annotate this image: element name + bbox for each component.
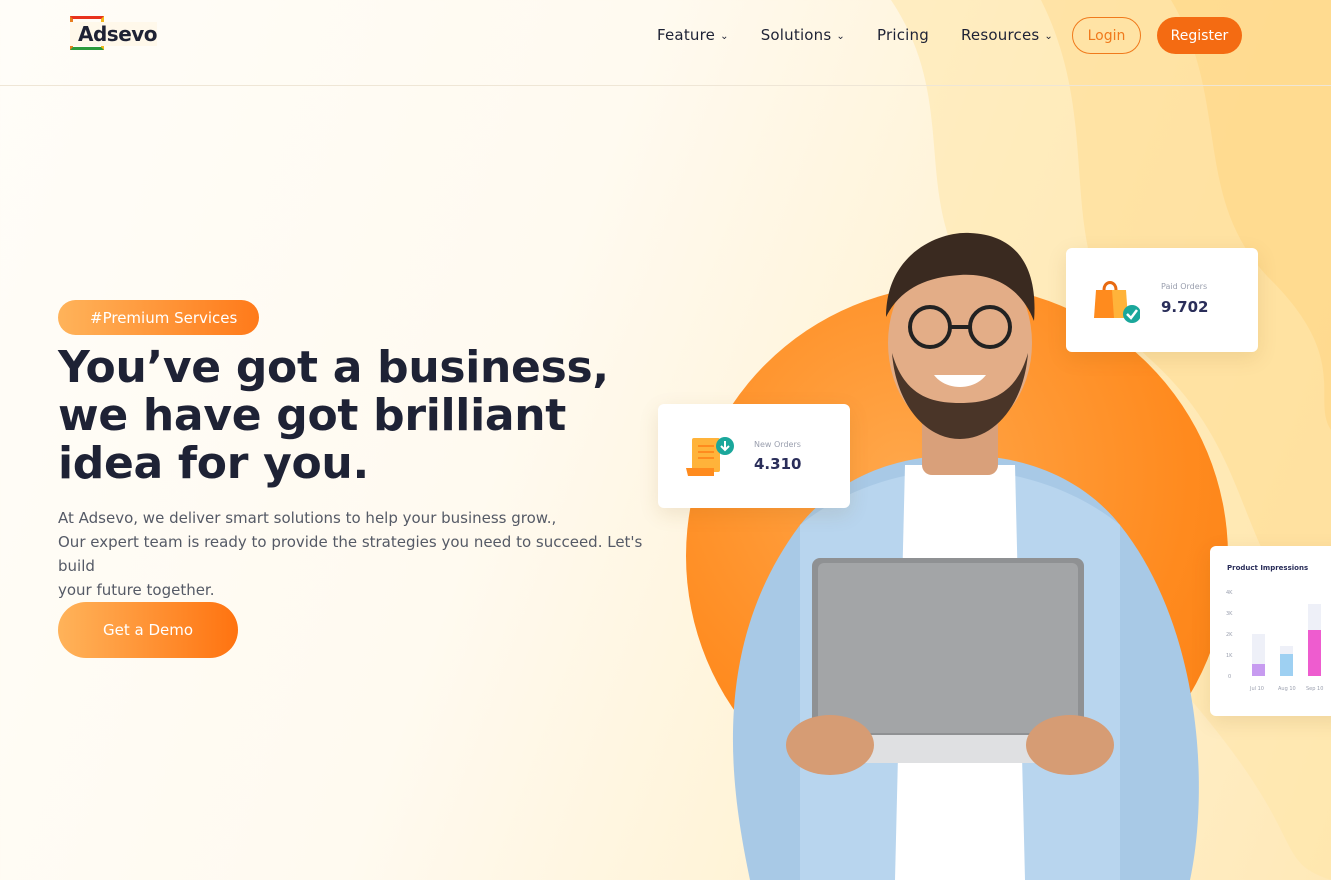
login-button[interactable]: Login bbox=[1072, 17, 1141, 54]
nav-item-label: Solutions bbox=[760, 26, 832, 44]
new-orders-label: New Orders bbox=[754, 440, 801, 449]
impressions-y-tick: 4K bbox=[1226, 590, 1233, 596]
hero-headline: You’ve got a business, we have got brill… bbox=[58, 344, 618, 488]
premium-services-badge: #Premium Services bbox=[58, 300, 259, 335]
nav-item-label: Pricing bbox=[877, 26, 929, 44]
get-demo-button[interactable]: Get a Demo bbox=[58, 602, 238, 658]
impressions-y-tick: 3K bbox=[1226, 611, 1233, 617]
hero-description: At Adsevo, we deliver smart solutions to… bbox=[58, 506, 668, 602]
brand-name: Adsevo bbox=[70, 22, 158, 46]
headline-line: idea for you. bbox=[58, 438, 369, 489]
nav-item-solutions[interactable]: Solutions ⌄ bbox=[761, 26, 845, 44]
impressions-x-label: Sep 10 bbox=[1306, 686, 1323, 692]
headline-line: You’ve got a business, bbox=[58, 342, 609, 393]
paid-orders-value: 9.702 bbox=[1161, 298, 1209, 316]
nav-item-label: Feature bbox=[657, 26, 716, 44]
shopping-bag-icon bbox=[1094, 281, 1140, 323]
main-nav: Feature ⌄ Solutions ⌄ Pricing Resources … bbox=[657, 22, 1085, 48]
product-impressions-card: Product Impressions 4K 3K 2K 1K 0 Jul 10… bbox=[1210, 546, 1331, 716]
description-line: your future together. bbox=[58, 581, 215, 599]
paid-orders-label: Paid Orders bbox=[1161, 282, 1208, 291]
impressions-title: Product Impressions bbox=[1227, 564, 1309, 572]
paid-orders-card: Paid Orders 9.702 bbox=[1066, 248, 1258, 352]
description-line: Our expert team is ready to provide the … bbox=[58, 533, 643, 575]
impressions-x-label: Jul 10 bbox=[1249, 686, 1264, 692]
impressions-bar-chart: 4K 3K 2K 1K 0 Jul 10 Aug 10 Sep 10 bbox=[1226, 590, 1323, 692]
description-line: At Adsevo, we deliver smart solutions to… bbox=[58, 509, 557, 527]
site-header: Adsevo Feature ⌄ Solutions ⌄ Pricing Res… bbox=[0, 0, 1331, 86]
nav-item-feature[interactable]: Feature ⌄ bbox=[657, 26, 729, 44]
impressions-x-label: Aug 10 bbox=[1278, 686, 1296, 692]
impressions-y-tick: 2K bbox=[1226, 632, 1233, 638]
impressions-y-tick: 0 bbox=[1228, 674, 1231, 680]
chevron-down-icon: ⌄ bbox=[1044, 31, 1053, 42]
new-orders-card: New Orders 4.310 bbox=[658, 404, 850, 508]
chevron-down-icon: ⌄ bbox=[720, 31, 729, 42]
nav-item-pricing[interactable]: Pricing bbox=[877, 26, 929, 44]
nav-item-resources[interactable]: Resources ⌄ bbox=[961, 26, 1053, 44]
chevron-down-icon: ⌄ bbox=[836, 31, 846, 42]
register-button[interactable]: Register bbox=[1157, 17, 1242, 54]
nav-item-label: Resources bbox=[960, 26, 1040, 44]
headline-line: we have got brilliant bbox=[58, 390, 567, 441]
new-orders-value: 4.310 bbox=[754, 455, 802, 473]
brand-logo[interactable]: Adsevo bbox=[70, 16, 158, 52]
impressions-y-tick: 1K bbox=[1226, 653, 1233, 659]
receipt-download-icon bbox=[686, 437, 734, 476]
